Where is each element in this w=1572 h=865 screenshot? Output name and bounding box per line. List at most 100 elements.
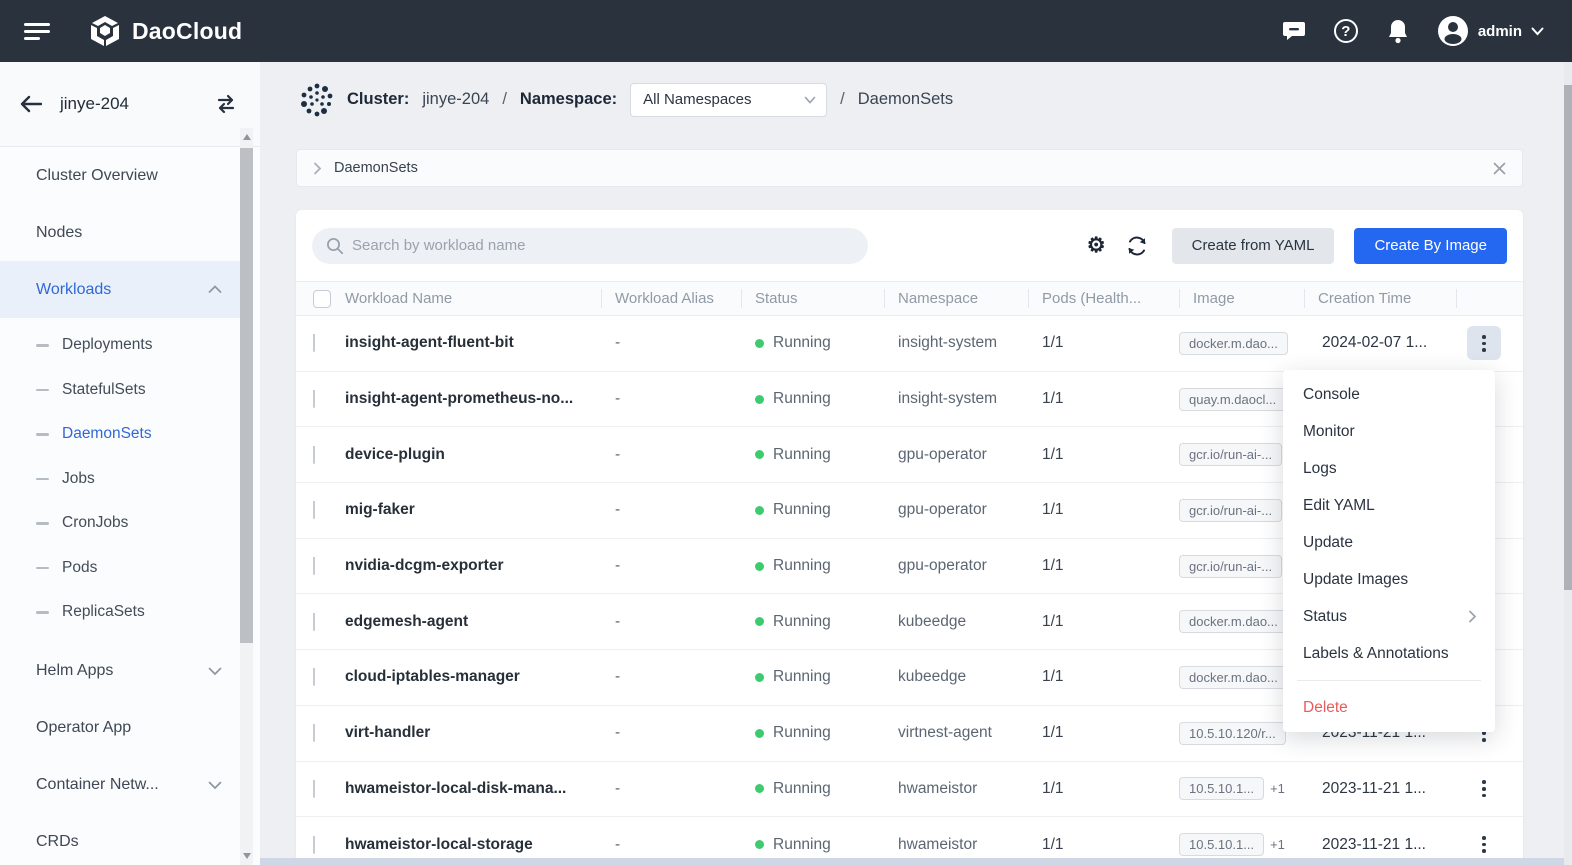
image-pill: quay.m.daocl... — [1179, 388, 1286, 411]
row-checkbox[interactable] — [313, 334, 315, 352]
sidebar-item-operator-app[interactable]: Operator App — [0, 700, 240, 757]
menu-item-labels-annotations[interactable]: Labels & Annotations — [1283, 635, 1495, 672]
menu-item-console[interactable]: Console — [1283, 376, 1495, 413]
row-checkbox[interactable] — [313, 613, 315, 631]
bell-icon[interactable] — [1385, 18, 1411, 44]
sidebar-item-label: ReplicaSets — [62, 603, 145, 621]
pods-cell: 1/1 — [1028, 334, 1179, 352]
user-menu[interactable]: admin — [1437, 15, 1544, 47]
image-pill: docker.m.dao... — [1179, 666, 1288, 689]
workload-name[interactable]: device-plugin — [345, 446, 601, 464]
row-checkbox[interactable] — [313, 501, 315, 519]
vertical-scrollbar-thumb[interactable] — [1564, 85, 1572, 590]
table-toolbar: Create from YAML Create By Image — [296, 210, 1523, 281]
workload-name[interactable]: hwameistor-local-storage — [345, 836, 601, 854]
workload-alias: - — [601, 446, 741, 464]
namespace-cell: hwameistor — [884, 780, 1028, 798]
row-checkbox[interactable] — [313, 668, 315, 686]
menu-item-status[interactable]: Status — [1283, 598, 1495, 635]
workload-name[interactable]: cloud-iptables-manager — [345, 668, 601, 686]
sidebar-item-statefulsets[interactable]: StatefulSets — [0, 368, 240, 413]
cluster-value[interactable]: jinye-204 — [422, 90, 489, 109]
scroll-up-icon[interactable] — [243, 134, 251, 140]
row-checkbox[interactable] — [313, 780, 315, 798]
chat-icon[interactable] — [1281, 18, 1307, 44]
sidebar-scrollbar[interactable] — [240, 128, 253, 865]
select-all-checkbox[interactable] — [313, 290, 331, 308]
breadcrumb-label[interactable]: DaemonSets — [334, 160, 418, 176]
namespace-cell: insight-system — [884, 334, 1028, 352]
chevron-right-icon[interactable] — [313, 162, 322, 175]
chevron-down-icon — [1531, 27, 1544, 36]
menu-item-logs[interactable]: Logs — [1283, 450, 1495, 487]
status-cell: Running — [741, 334, 884, 352]
sidebar-item-cronjobs[interactable]: CronJobs — [0, 501, 240, 546]
switch-cluster-icon[interactable] — [214, 94, 238, 114]
daocloud-logo[interactable]: DaoCloud — [88, 14, 242, 48]
row-actions-kebab-icon[interactable] — [1467, 772, 1501, 806]
help-icon[interactable] — [1333, 18, 1359, 44]
workload-name[interactable]: nvidia-dcgm-exporter — [345, 557, 601, 575]
sidebar-item-label: Helm Apps — [36, 662, 113, 680]
namespace-cell: gpu-operator — [884, 446, 1028, 464]
pods-cell: 1/1 — [1028, 613, 1179, 631]
menu-item-edit-yaml[interactable]: Edit YAML — [1283, 487, 1495, 524]
namespace-cell: hwameistor — [884, 836, 1028, 854]
sidebar-item-label: StatefulSets — [62, 381, 146, 399]
workload-name[interactable]: insight-agent-prometheus-no... — [345, 390, 601, 408]
sidebar-item-cluster-overview[interactable]: Cluster Overview — [0, 147, 240, 204]
menu-item-label: Labels & Annotations — [1303, 645, 1449, 663]
row-checkbox[interactable] — [313, 446, 315, 464]
row-checkbox[interactable] — [313, 390, 315, 408]
sidebar-item-label: Cluster Overview — [36, 167, 158, 185]
row-checkbox[interactable] — [313, 724, 315, 742]
sidebar-item-pods[interactable]: Pods — [0, 546, 240, 591]
sidebar-item-label: DaemonSets — [62, 425, 152, 443]
sidebar-item-label: CronJobs — [62, 514, 128, 532]
sidebar-cluster-name: jinye-204 — [60, 94, 129, 114]
namespace-select[interactable]: All Namespaces — [630, 83, 827, 117]
create-by-image-button[interactable]: Create By Image — [1354, 228, 1507, 264]
row-actions-kebab-icon[interactable] — [1467, 828, 1501, 862]
row-checkbox[interactable] — [313, 557, 315, 575]
sidebar-item-replicasets[interactable]: ReplicaSets — [0, 590, 240, 635]
separator: / — [840, 90, 845, 109]
workload-name[interactable]: mig-faker — [345, 501, 601, 519]
sidebar-item-helm-apps[interactable]: Helm Apps — [0, 643, 240, 700]
workload-name[interactable]: insight-agent-fluent-bit — [345, 334, 601, 352]
back-arrow-icon[interactable] — [20, 95, 42, 113]
sidebar-item-crds[interactable]: CRDs — [0, 814, 240, 865]
image-extra-count: +1 — [1270, 837, 1285, 852]
sidebar-item-daemonsets[interactable]: DaemonSets — [0, 412, 240, 457]
separator: / — [502, 90, 507, 109]
row-actions-kebab-icon[interactable] — [1467, 326, 1501, 360]
workload-alias: - — [601, 557, 741, 575]
settings-gear-icon[interactable] — [1087, 235, 1106, 256]
vertical-scrollbar[interactable] — [1564, 62, 1572, 865]
refresh-icon[interactable] — [1126, 235, 1148, 257]
row-checkbox[interactable] — [313, 836, 315, 854]
workload-name[interactable]: virt-handler — [345, 724, 601, 742]
workload-name[interactable]: edgemesh-agent — [345, 613, 601, 631]
scroll-down-icon[interactable] — [243, 853, 251, 859]
menu-item-update-images[interactable]: Update Images — [1283, 561, 1495, 598]
horizontal-scrollbar[interactable] — [260, 858, 1572, 865]
sidebar-item-container-netw[interactable]: Container Netw... — [0, 757, 240, 814]
menu-item-label: Monitor — [1303, 423, 1355, 441]
column-header: Namespace — [884, 282, 1028, 315]
sidebar-item-deployments[interactable]: Deployments — [0, 323, 240, 368]
menu-item-update[interactable]: Update — [1283, 524, 1495, 561]
menu-item-delete[interactable]: Delete — [1283, 689, 1495, 726]
search-input[interactable] — [312, 228, 868, 264]
sidebar-item-nodes[interactable]: Nodes — [0, 204, 240, 261]
workload-name[interactable]: hwameistor-local-disk-mana... — [345, 780, 601, 798]
menu-item-monitor[interactable]: Monitor — [1283, 413, 1495, 450]
sidebar-scrollbar-thumb[interactable] — [240, 148, 253, 643]
sidebar: jinye-204 Cluster Overview NodesWorkloads… — [0, 62, 260, 865]
sidebar-item-jobs[interactable]: Jobs — [0, 457, 240, 502]
status-dot — [755, 395, 764, 404]
menu-icon[interactable] — [24, 19, 50, 44]
sidebar-item-workloads[interactable]: Workloads — [0, 261, 240, 318]
create-from-yaml-button[interactable]: Create from YAML — [1172, 228, 1335, 264]
close-icon[interactable] — [1493, 162, 1506, 175]
